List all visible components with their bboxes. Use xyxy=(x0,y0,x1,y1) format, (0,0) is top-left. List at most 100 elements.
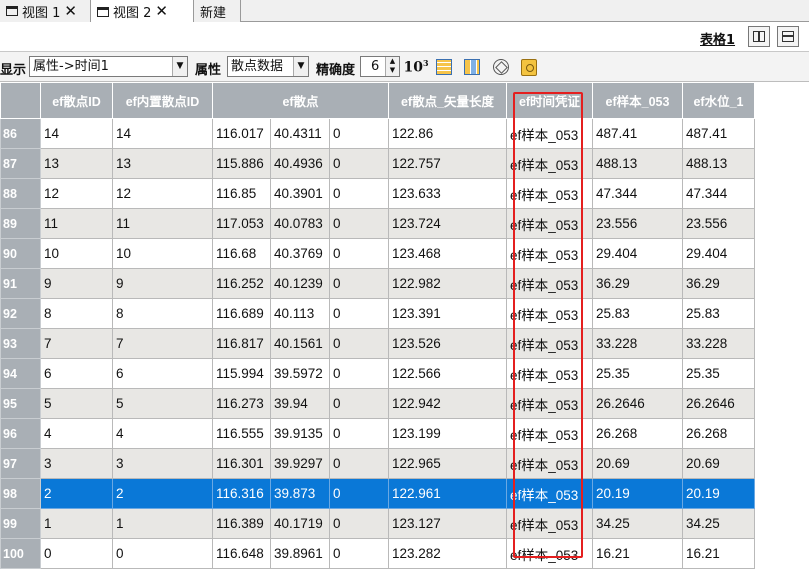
table-cell[interactable]: 40.1719 xyxy=(270,508,330,539)
table-cell[interactable]: 123.127 xyxy=(388,508,507,539)
table-cell[interactable]: 25.35 xyxy=(592,358,683,389)
table-cell[interactable]: 9 xyxy=(112,268,213,299)
table-cell[interactable]: ef样本_053 xyxy=(506,388,593,419)
table-cell[interactable]: ef样本_053 xyxy=(506,478,593,509)
table-cell[interactable]: 20.19 xyxy=(592,478,683,509)
table-cell[interactable]: 116.555 xyxy=(212,418,271,449)
table-cell[interactable]: 122.566 xyxy=(388,358,507,389)
table-cell[interactable]: 40.113 xyxy=(270,298,330,329)
table-style-button[interactable] xyxy=(432,56,456,78)
row-header[interactable]: 94 xyxy=(0,358,41,389)
table-cell[interactable]: 39.8961 xyxy=(270,538,330,569)
table-cell[interactable]: 123.633 xyxy=(388,178,507,209)
split-horizontal-button[interactable] xyxy=(777,26,799,47)
column-header[interactable]: ef时间凭证 xyxy=(506,82,593,119)
table-cell[interactable]: 116.389 xyxy=(212,508,271,539)
table-cell[interactable]: 33.228 xyxy=(592,328,683,359)
table-cell[interactable]: 116.817 xyxy=(212,328,271,359)
lock-button[interactable] xyxy=(517,56,541,78)
table-cell[interactable]: ef样本_053 xyxy=(506,298,593,329)
table-cell[interactable]: 11 xyxy=(112,208,213,239)
table-cell[interactable]: 122.757 xyxy=(388,148,507,179)
table-row[interactable]: 95 5 5 116.273 39.94 0 122.942 ef样本_053 26.2646 2… xyxy=(0,388,755,419)
table-cell[interactable]: 12 xyxy=(40,178,113,209)
table-cell[interactable]: 25.35 xyxy=(682,358,755,389)
table-cell[interactable]: 29.404 xyxy=(592,238,683,269)
table-cell[interactable]: 116.301 xyxy=(212,448,271,479)
table-cell[interactable]: 11 xyxy=(40,208,113,239)
table-cell[interactable]: 116.689 xyxy=(212,298,271,329)
table-cell[interactable]: 20.19 xyxy=(682,478,755,509)
table-cell[interactable]: 0 xyxy=(329,508,389,539)
table-cell[interactable]: 5 xyxy=(112,388,213,419)
table-cell[interactable]: 7 xyxy=(40,328,113,359)
table-cell[interactable]: 26.268 xyxy=(592,418,683,449)
table-cell[interactable]: 123.724 xyxy=(388,208,507,239)
table-cell[interactable]: 0 xyxy=(329,268,389,299)
table-row[interactable]: 96 4 4 116.555 39.9135 0 123.199 ef样本_053 26.268… xyxy=(0,418,755,449)
table-cell[interactable]: 0 xyxy=(329,298,389,329)
table-cell[interactable]: 0 xyxy=(329,208,389,239)
table-cell[interactable]: 6 xyxy=(40,358,113,389)
table-row[interactable]: 92 8 8 116.689 40.113 0 123.391 ef样本_053 25.83 25… xyxy=(0,298,755,329)
table-cell[interactable]: 33.228 xyxy=(682,328,755,359)
table-cell[interactable]: 16.21 xyxy=(682,538,755,569)
table-cell[interactable]: 0 xyxy=(329,388,389,419)
table-cell[interactable]: 123.391 xyxy=(388,298,507,329)
table-cell[interactable]: 10 xyxy=(112,238,213,269)
table-cell[interactable]: 20.69 xyxy=(682,448,755,479)
table-cell[interactable]: 116.68 xyxy=(212,238,271,269)
table-cell[interactable]: ef样本_053 xyxy=(506,418,593,449)
table-row[interactable]: 94 6 6 115.994 39.5972 0 122.566 ef样本_053 25.35 2… xyxy=(0,358,755,389)
table-cell[interactable]: 117.053 xyxy=(212,208,271,239)
chevron-down-icon[interactable]: ▼ xyxy=(172,57,187,76)
table-cell[interactable]: 122.961 xyxy=(388,478,507,509)
table-cell[interactable]: 122.942 xyxy=(388,388,507,419)
column-header[interactable]: ef水位_1 xyxy=(682,82,755,119)
table-row[interactable]: 90 10 10 116.68 40.3769 0 123.468 ef样本_053 29.40… xyxy=(0,238,755,269)
table-cell[interactable]: 40.0783 xyxy=(270,208,330,239)
row-header[interactable]: 86 xyxy=(0,118,41,149)
table-cell[interactable]: 36.29 xyxy=(682,268,755,299)
tab-new[interactable]: 新建 xyxy=(194,0,241,22)
table-cell[interactable]: ef样本_053 xyxy=(506,118,593,149)
display-select[interactable]: 属性->时间1 ▼ xyxy=(29,56,188,77)
table-cell[interactable]: 26.268 xyxy=(682,418,755,449)
table-row[interactable]: 89 11 11 117.053 40.0783 0 123.724 ef样本_053 23.5… xyxy=(0,208,755,239)
table-cell[interactable]: ef样本_053 xyxy=(506,328,593,359)
table-cell[interactable]: 13 xyxy=(112,148,213,179)
table-cell[interactable]: 122.965 xyxy=(388,448,507,479)
spin-arrows-icon[interactable]: ▲ ▼ xyxy=(385,57,399,76)
table-cell[interactable]: 0 xyxy=(329,118,389,149)
split-vertical-button[interactable] xyxy=(748,26,770,47)
table-cell[interactable]: 0 xyxy=(329,238,389,269)
table-row[interactable]: 97 3 3 116.301 39.9297 0 122.965 ef样本_053 20.69 2… xyxy=(0,448,755,479)
row-header[interactable]: 88 xyxy=(0,178,41,209)
table-cell[interactable]: 116.85 xyxy=(212,178,271,209)
table-cell[interactable]: 23.556 xyxy=(682,208,755,239)
table-cell[interactable]: 23.556 xyxy=(592,208,683,239)
table-cell[interactable]: 14 xyxy=(112,118,213,149)
table-cell[interactable]: 34.25 xyxy=(592,508,683,539)
table-cell[interactable]: 0 xyxy=(112,538,213,569)
table-cell[interactable]: 0 xyxy=(329,538,389,569)
close-icon[interactable]: ✕ xyxy=(155,4,168,19)
table-cell[interactable]: 14 xyxy=(40,118,113,149)
table-cell[interactable]: 123.282 xyxy=(388,538,507,569)
table-cell[interactable]: 25.83 xyxy=(592,298,683,329)
column-header[interactable]: ef散点 xyxy=(212,82,389,119)
table-cell[interactable]: 6 xyxy=(112,358,213,389)
table-cell[interactable]: 8 xyxy=(40,298,113,329)
table-cell[interactable]: 487.41 xyxy=(592,118,683,149)
sheet-link[interactable]: 表格1 xyxy=(700,29,735,48)
table-row[interactable]: 88 12 12 116.85 40.3901 0 123.633 ef样本_053 47.34… xyxy=(0,178,755,209)
chevron-down-icon[interactable]: ▼ xyxy=(293,57,308,76)
table-cell[interactable]: ef样本_053 xyxy=(506,238,593,269)
table-cell[interactable]: 5 xyxy=(40,388,113,419)
table-cell[interactable]: 47.344 xyxy=(592,178,683,209)
table-row[interactable]: 98 2 2 116.316 39.873 0 122.961 ef样本_053 20.19 20… xyxy=(0,478,755,509)
table-cell[interactable]: ef样本_053 xyxy=(506,538,593,569)
column-header[interactable]: ef样本_053 xyxy=(592,82,683,119)
table-cell[interactable]: ef样本_053 xyxy=(506,508,593,539)
table-cell[interactable]: 7 xyxy=(112,328,213,359)
